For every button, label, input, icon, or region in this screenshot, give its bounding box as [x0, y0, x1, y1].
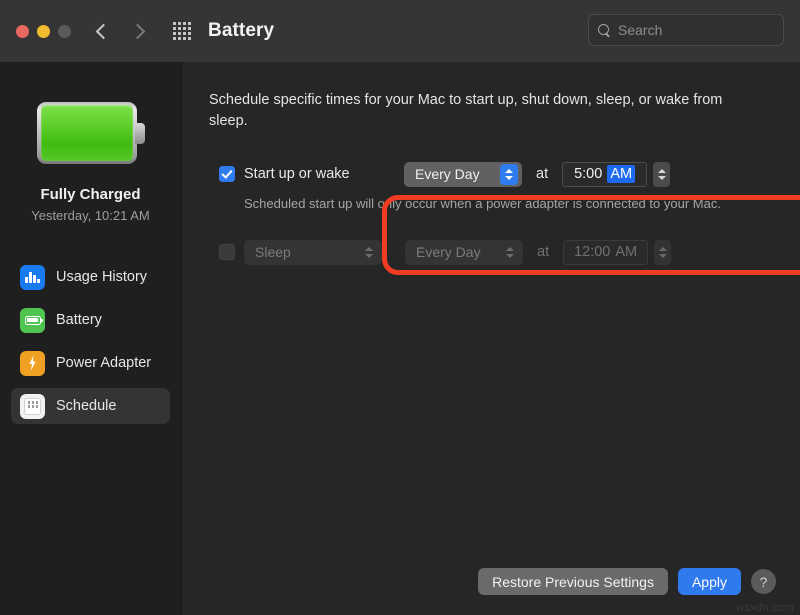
apply-button[interactable]: Apply [678, 568, 741, 595]
sleep-schedule-row: Sleep Every Day at 12:00 AM [219, 239, 776, 265]
search-input[interactable] [618, 22, 774, 38]
intro-description: Schedule specific times for your Mac to … [209, 90, 754, 132]
grid-apps-icon[interactable] [173, 22, 191, 40]
sidebar-item-schedule[interactable]: Schedule [11, 388, 170, 424]
sleep-action-value: Sleep [255, 244, 291, 260]
sidebar: Fully Charged Yesterday, 10:21 AM Usage … [0, 62, 182, 615]
sidebar-item-label: Usage History [56, 269, 147, 285]
startup-day-dropdown[interactable]: Every Day [404, 162, 522, 187]
main-content: Schedule specific times for your Mac to … [182, 62, 800, 615]
window-body: Fully Charged Yesterday, 10:21 AM Usage … [0, 62, 800, 615]
calendar-icon [20, 394, 45, 419]
search-icon [598, 24, 611, 37]
navigation-arrows [93, 23, 147, 39]
startup-row-label: Start up or wake [244, 166, 404, 182]
sidebar-item-label: Battery [56, 312, 102, 328]
watermark: wsxdn.com [736, 602, 794, 614]
startup-time-field[interactable]: 5:00 AM [562, 162, 647, 187]
startup-at-label: at [536, 166, 548, 182]
sidebar-item-usage-history[interactable]: Usage History [11, 259, 170, 295]
startup-day-value: Every Day [415, 166, 480, 182]
bar-chart-icon [20, 265, 45, 290]
sleep-at-label: at [537, 244, 549, 260]
sleep-time-value: 12:00 [574, 244, 610, 260]
startup-time-stepper[interactable] [653, 162, 670, 187]
chevron-updown-icon [501, 242, 519, 263]
sleep-day-dropdown[interactable]: Every Day [405, 240, 523, 265]
startup-time-value: 5:00 [574, 166, 602, 182]
footer-actions: Restore Previous Settings Apply ? [478, 568, 776, 595]
forward-arrow-icon[interactable] [131, 23, 147, 39]
sidebar-item-battery[interactable]: Battery [11, 302, 170, 338]
chevron-updown-icon [500, 164, 518, 185]
back-arrow-icon[interactable] [93, 23, 109, 39]
sleep-day-value: Every Day [416, 244, 481, 260]
sleep-time-stepper[interactable] [654, 240, 671, 265]
charge-status-title: Fully Charged [40, 186, 140, 203]
startup-schedule-row: Start up or wake Every Day at 5:00 AM [219, 161, 776, 187]
chevron-updown-icon [360, 242, 378, 263]
title-bar: Battery [0, 0, 800, 62]
startup-ampm-value[interactable]: AM [607, 165, 635, 183]
maximize-window-button[interactable] [58, 25, 71, 38]
startup-checkbox[interactable] [219, 166, 235, 182]
traffic-lights [16, 25, 71, 38]
sleep-action-dropdown[interactable]: Sleep [244, 240, 382, 265]
sleep-checkbox[interactable] [219, 244, 235, 260]
sleep-ampm-value: AM [615, 244, 637, 260]
sidebar-item-label: Power Adapter [56, 355, 151, 371]
battery-preferences-window: Battery Fully Charged Yesterday, 10:21 A… [0, 0, 800, 615]
battery-full-green-icon [37, 102, 145, 164]
help-button[interactable]: ? [751, 569, 776, 594]
restore-previous-settings-button[interactable]: Restore Previous Settings [478, 568, 668, 595]
battery-icon [20, 308, 45, 333]
lightning-bolt-icon [20, 351, 45, 376]
startup-note: Scheduled start up will only occur when … [244, 196, 776, 211]
minimize-window-button[interactable] [37, 25, 50, 38]
close-window-button[interactable] [16, 25, 29, 38]
charge-status-subtitle: Yesterday, 10:21 AM [31, 208, 150, 223]
sidebar-item-power-adapter[interactable]: Power Adapter [11, 345, 170, 381]
sidebar-item-label: Schedule [56, 398, 116, 414]
search-field[interactable] [588, 14, 784, 46]
sidebar-list: Usage History Battery Power Adapter [0, 259, 181, 424]
sleep-time-field[interactable]: 12:00 AM [563, 240, 648, 265]
page-title: Battery [208, 20, 274, 42]
